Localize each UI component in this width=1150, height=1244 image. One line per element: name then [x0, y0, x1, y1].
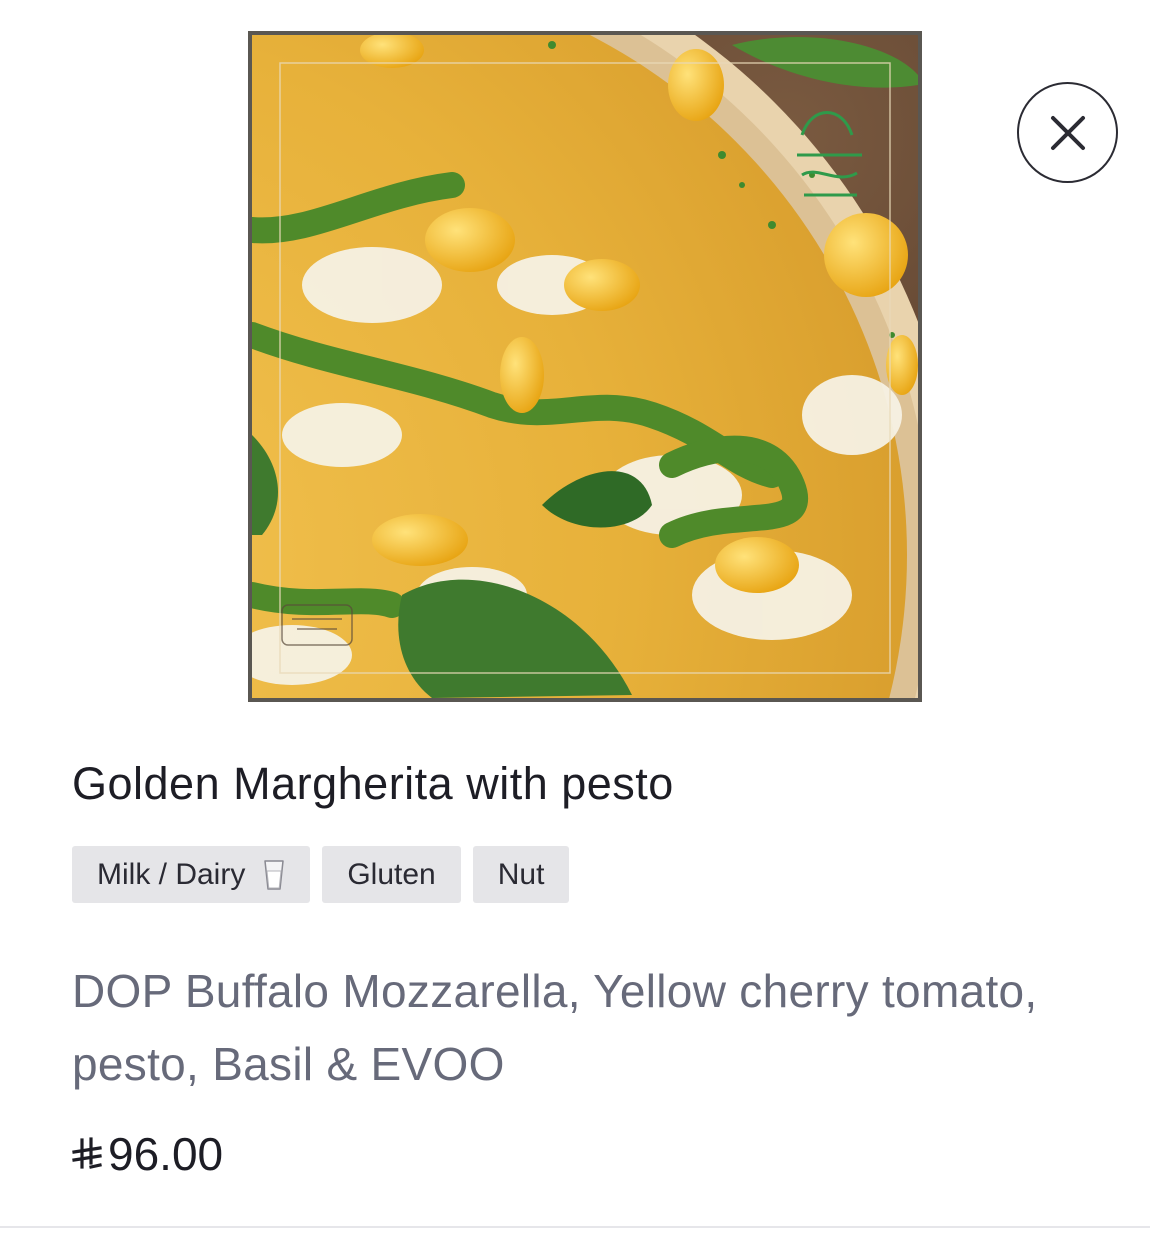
- saudi-riyal-icon: [72, 1137, 102, 1171]
- item-title: Golden Margherita with pesto: [72, 758, 674, 809]
- divider: [0, 1226, 1150, 1228]
- price-value: 96.00: [108, 1128, 224, 1180]
- item-detail-dialog: Golden Margherita with pesto Milk / Dair…: [0, 0, 1150, 1244]
- allergen-tag-milk-dairy: Milk / Dairy: [72, 846, 311, 903]
- close-icon: [1050, 115, 1085, 150]
- allergen-tag-nut: Nut: [472, 846, 570, 903]
- allergen-tag-gluten: Gluten: [322, 846, 461, 903]
- item-description: DOP Buffalo Mozzarella, Yellow cherry to…: [72, 965, 1038, 1090]
- pizza-photo-illustration: [252, 35, 918, 698]
- item-photo: [248, 31, 922, 702]
- allergen-tag-label: Gluten: [347, 857, 436, 891]
- allergen-tag-label: Milk / Dairy: [97, 857, 246, 891]
- milk-glass-icon: [263, 859, 285, 891]
- allergen-tag-label: Nut: [497, 857, 545, 891]
- allergen-tags: Milk / Dairy Gluten Nut: [72, 846, 570, 903]
- close-button[interactable]: [1017, 82, 1118, 183]
- item-price: 96.00: [72, 1127, 223, 1181]
